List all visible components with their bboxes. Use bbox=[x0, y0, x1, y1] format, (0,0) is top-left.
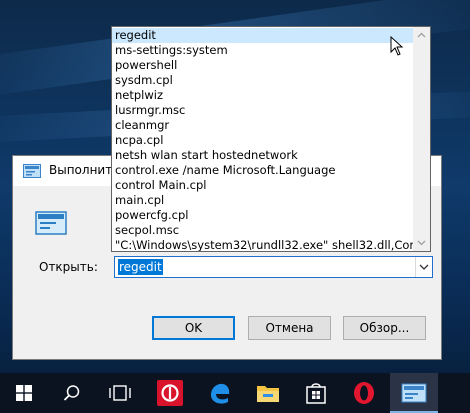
history-item[interactable]: sysdm.cpl bbox=[112, 73, 414, 88]
taskbar-run[interactable] bbox=[390, 373, 438, 413]
command-input[interactable]: regedit bbox=[118, 259, 163, 275]
opera-icon bbox=[354, 382, 374, 404]
taskbar-store[interactable] bbox=[292, 373, 340, 413]
history-list: regedit ms-settings:system powershell sy… bbox=[112, 28, 414, 251]
history-item[interactable]: regedit bbox=[112, 28, 414, 43]
task-view-icon bbox=[109, 385, 131, 401]
run-large-icon bbox=[35, 211, 67, 235]
taskbar-edge[interactable] bbox=[196, 373, 244, 413]
history-item[interactable]: "C:\Windows\system32\rundll32.exe" shell… bbox=[112, 238, 414, 251]
history-item[interactable]: control Main.cpl bbox=[112, 178, 414, 193]
windows-logo-icon bbox=[16, 385, 32, 401]
dialog-title: Выполнить bbox=[49, 163, 120, 177]
history-item[interactable]: ncpa.cpl bbox=[112, 133, 414, 148]
search-icon bbox=[63, 385, 80, 401]
cancel-button[interactable]: Отмена bbox=[248, 316, 331, 340]
history-dropdown: regedit ms-settings:system powershell sy… bbox=[111, 26, 431, 252]
taskbar-opera[interactable] bbox=[340, 373, 388, 413]
history-item[interactable]: control.exe /name Microsoft.Language bbox=[112, 163, 414, 178]
mouse-cursor-icon bbox=[390, 35, 404, 56]
history-item[interactable]: netplwiz bbox=[112, 88, 414, 103]
power-app-icon bbox=[157, 380, 183, 406]
history-item[interactable]: netsh wlan start hostednetwork bbox=[112, 148, 414, 163]
taskbar-file-explorer[interactable] bbox=[244, 373, 292, 413]
task-view-button[interactable] bbox=[96, 373, 144, 413]
scroll-up-arrow-icon[interactable] bbox=[413, 27, 430, 44]
store-icon bbox=[306, 383, 326, 404]
history-item[interactable]: main.cpl bbox=[112, 193, 414, 208]
history-item[interactable]: powershell bbox=[112, 58, 414, 73]
search-button[interactable] bbox=[48, 373, 96, 413]
browse-button[interactable]: Обзор... bbox=[343, 316, 426, 340]
taskbar-app[interactable] bbox=[146, 373, 194, 413]
taskbar bbox=[0, 373, 470, 413]
ok-button[interactable]: OK bbox=[152, 316, 235, 340]
edge-icon bbox=[211, 383, 230, 404]
history-item[interactable]: cleanmgr bbox=[112, 118, 414, 133]
open-label: Открыть: bbox=[39, 260, 98, 274]
start-button[interactable] bbox=[0, 373, 48, 413]
run-icon bbox=[401, 383, 427, 403]
run-app-icon bbox=[23, 164, 41, 178]
folder-icon bbox=[257, 386, 279, 402]
history-item[interactable]: lusrmgr.msc bbox=[112, 103, 414, 118]
scroll-down-arrow-icon[interactable] bbox=[413, 234, 430, 251]
scrollbar-track[interactable] bbox=[415, 44, 428, 234]
history-item[interactable]: ms-settings:system bbox=[112, 43, 414, 58]
chevron-down-icon bbox=[419, 264, 429, 270]
history-item[interactable]: powercfg.cpl bbox=[112, 208, 414, 223]
command-combobox[interactable]: regedit bbox=[114, 256, 433, 278]
history-item[interactable]: secpol.msc bbox=[112, 223, 414, 238]
vertical-scrollbar[interactable] bbox=[413, 27, 430, 251]
dropdown-toggle[interactable] bbox=[415, 257, 432, 277]
